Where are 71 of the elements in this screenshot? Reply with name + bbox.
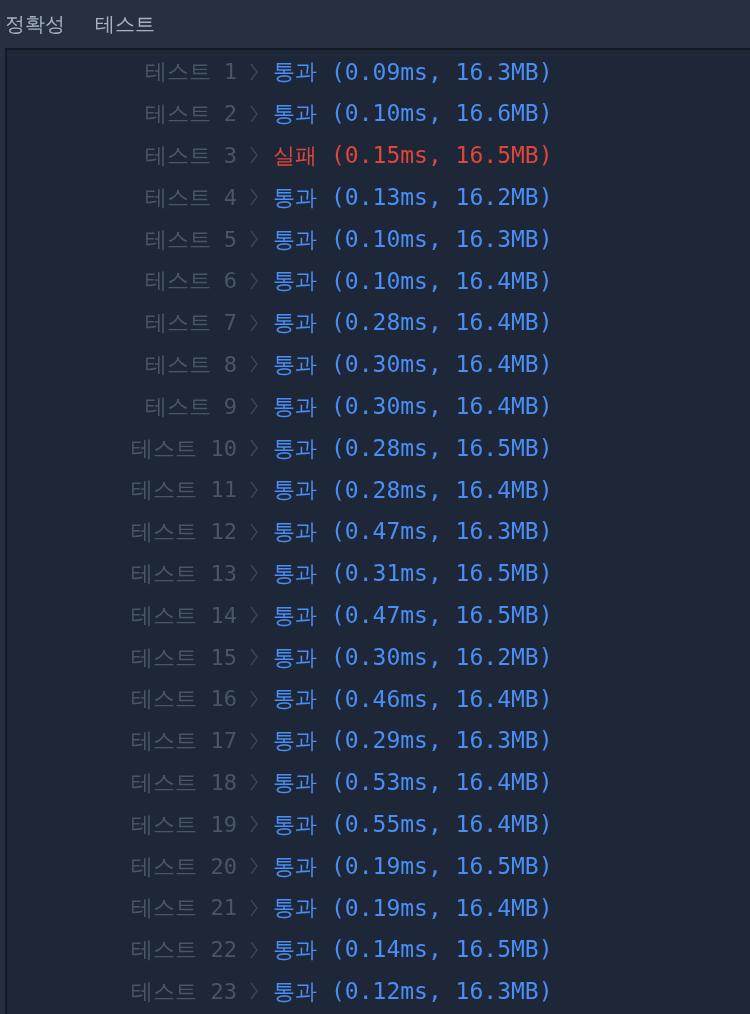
result-status: 통과 xyxy=(273,643,317,672)
result-detail: (0.10ms, 16.6MB) xyxy=(331,99,553,129)
chevron-icon xyxy=(249,897,259,918)
result-detail: (0.10ms, 16.4MB) xyxy=(331,266,553,296)
result-status: 통과 xyxy=(273,727,317,756)
section-title: 정확성 xyxy=(5,11,65,38)
result-detail: (0.15ms, 16.5MB) xyxy=(331,141,553,171)
result-detail: (0.14ms, 16.5MB) xyxy=(331,935,553,965)
chevron-icon xyxy=(249,605,259,626)
chevron-icon xyxy=(249,772,259,793)
result-detail: (0.31ms, 16.5MB) xyxy=(331,559,553,589)
result-status: 통과 xyxy=(273,852,317,881)
result-status: 통과 xyxy=(273,936,317,965)
result-detail: (0.30ms, 16.4MB) xyxy=(331,350,553,380)
result-detail: (0.46ms, 16.4MB) xyxy=(331,684,553,714)
result-detail: (0.19ms, 16.4MB) xyxy=(331,893,553,923)
result-status: 통과 xyxy=(273,685,317,714)
chevron-icon xyxy=(249,479,259,500)
result-status: 통과 xyxy=(273,350,317,379)
result-status: 통과 xyxy=(273,309,317,338)
chevron-icon xyxy=(249,939,259,960)
result-detail: (0.28ms, 16.4MB) xyxy=(331,308,553,338)
result-detail: (0.30ms, 16.4MB) xyxy=(331,392,553,421)
chevron-icon xyxy=(249,981,259,1002)
chevron-icon xyxy=(249,814,259,835)
result-detail: (0.47ms, 16.5MB) xyxy=(331,601,553,630)
chevron-icon xyxy=(249,229,259,250)
chevron-icon xyxy=(249,730,259,751)
result-status: 통과 xyxy=(273,810,317,839)
chevron-icon xyxy=(249,647,259,668)
chevron-icon xyxy=(249,270,259,291)
result-status: 통과 xyxy=(273,100,317,129)
result-detail: (0.55ms, 16.4MB) xyxy=(331,810,553,839)
chevron-icon xyxy=(249,145,259,166)
result-status: 통과 xyxy=(273,768,317,797)
result-status: 통과 xyxy=(273,894,317,923)
result-status: 통과 xyxy=(273,518,317,547)
result-status: 통과 xyxy=(273,476,317,505)
result-detail: (0.28ms, 16.4MB) xyxy=(331,475,553,505)
result-detail: (0.30ms, 16.2MB) xyxy=(331,642,553,672)
chevron-icon xyxy=(249,856,259,877)
section-subtitle: 테스트 xyxy=(95,11,155,38)
result-detail: (0.10ms, 16.3MB) xyxy=(331,224,553,254)
result-detail: (0.09ms, 16.3MB) xyxy=(331,57,553,87)
result-status: 통과 xyxy=(273,392,317,421)
chevron-icon xyxy=(249,187,259,208)
result-detail: (0.28ms, 16.5MB) xyxy=(331,433,553,463)
result-status: 통과 xyxy=(273,601,317,630)
chevron-icon xyxy=(249,396,259,417)
result-detail: (0.19ms, 16.5MB) xyxy=(331,851,553,881)
chevron-icon xyxy=(249,438,259,459)
chevron-icon xyxy=(249,61,259,82)
result-status: 통과 xyxy=(273,183,317,212)
result-status: 통과 xyxy=(273,58,317,87)
result-status: 실패 xyxy=(273,142,317,170)
result-detail: (0.53ms, 16.4MB) xyxy=(331,768,553,798)
chevron-icon xyxy=(249,103,259,124)
result-status: 통과 xyxy=(273,977,317,1006)
result-detail: (0.13ms, 16.2MB) xyxy=(331,183,553,213)
result-status: 통과 xyxy=(273,434,317,463)
chevron-icon xyxy=(249,688,259,709)
result-status: 통과 xyxy=(273,559,317,588)
chevron-icon xyxy=(249,312,259,333)
chevron-icon xyxy=(249,354,259,375)
result-status: 통과 xyxy=(273,225,317,254)
result-detail: (0.47ms, 16.3MB) xyxy=(331,517,553,547)
chevron-icon xyxy=(249,521,259,542)
result-status: 통과 xyxy=(273,267,317,296)
result-detail: (0.29ms, 16.3MB) xyxy=(331,726,553,756)
chevron-icon xyxy=(249,563,259,584)
result-detail: (0.12ms, 16.3MB) xyxy=(331,977,553,1007)
